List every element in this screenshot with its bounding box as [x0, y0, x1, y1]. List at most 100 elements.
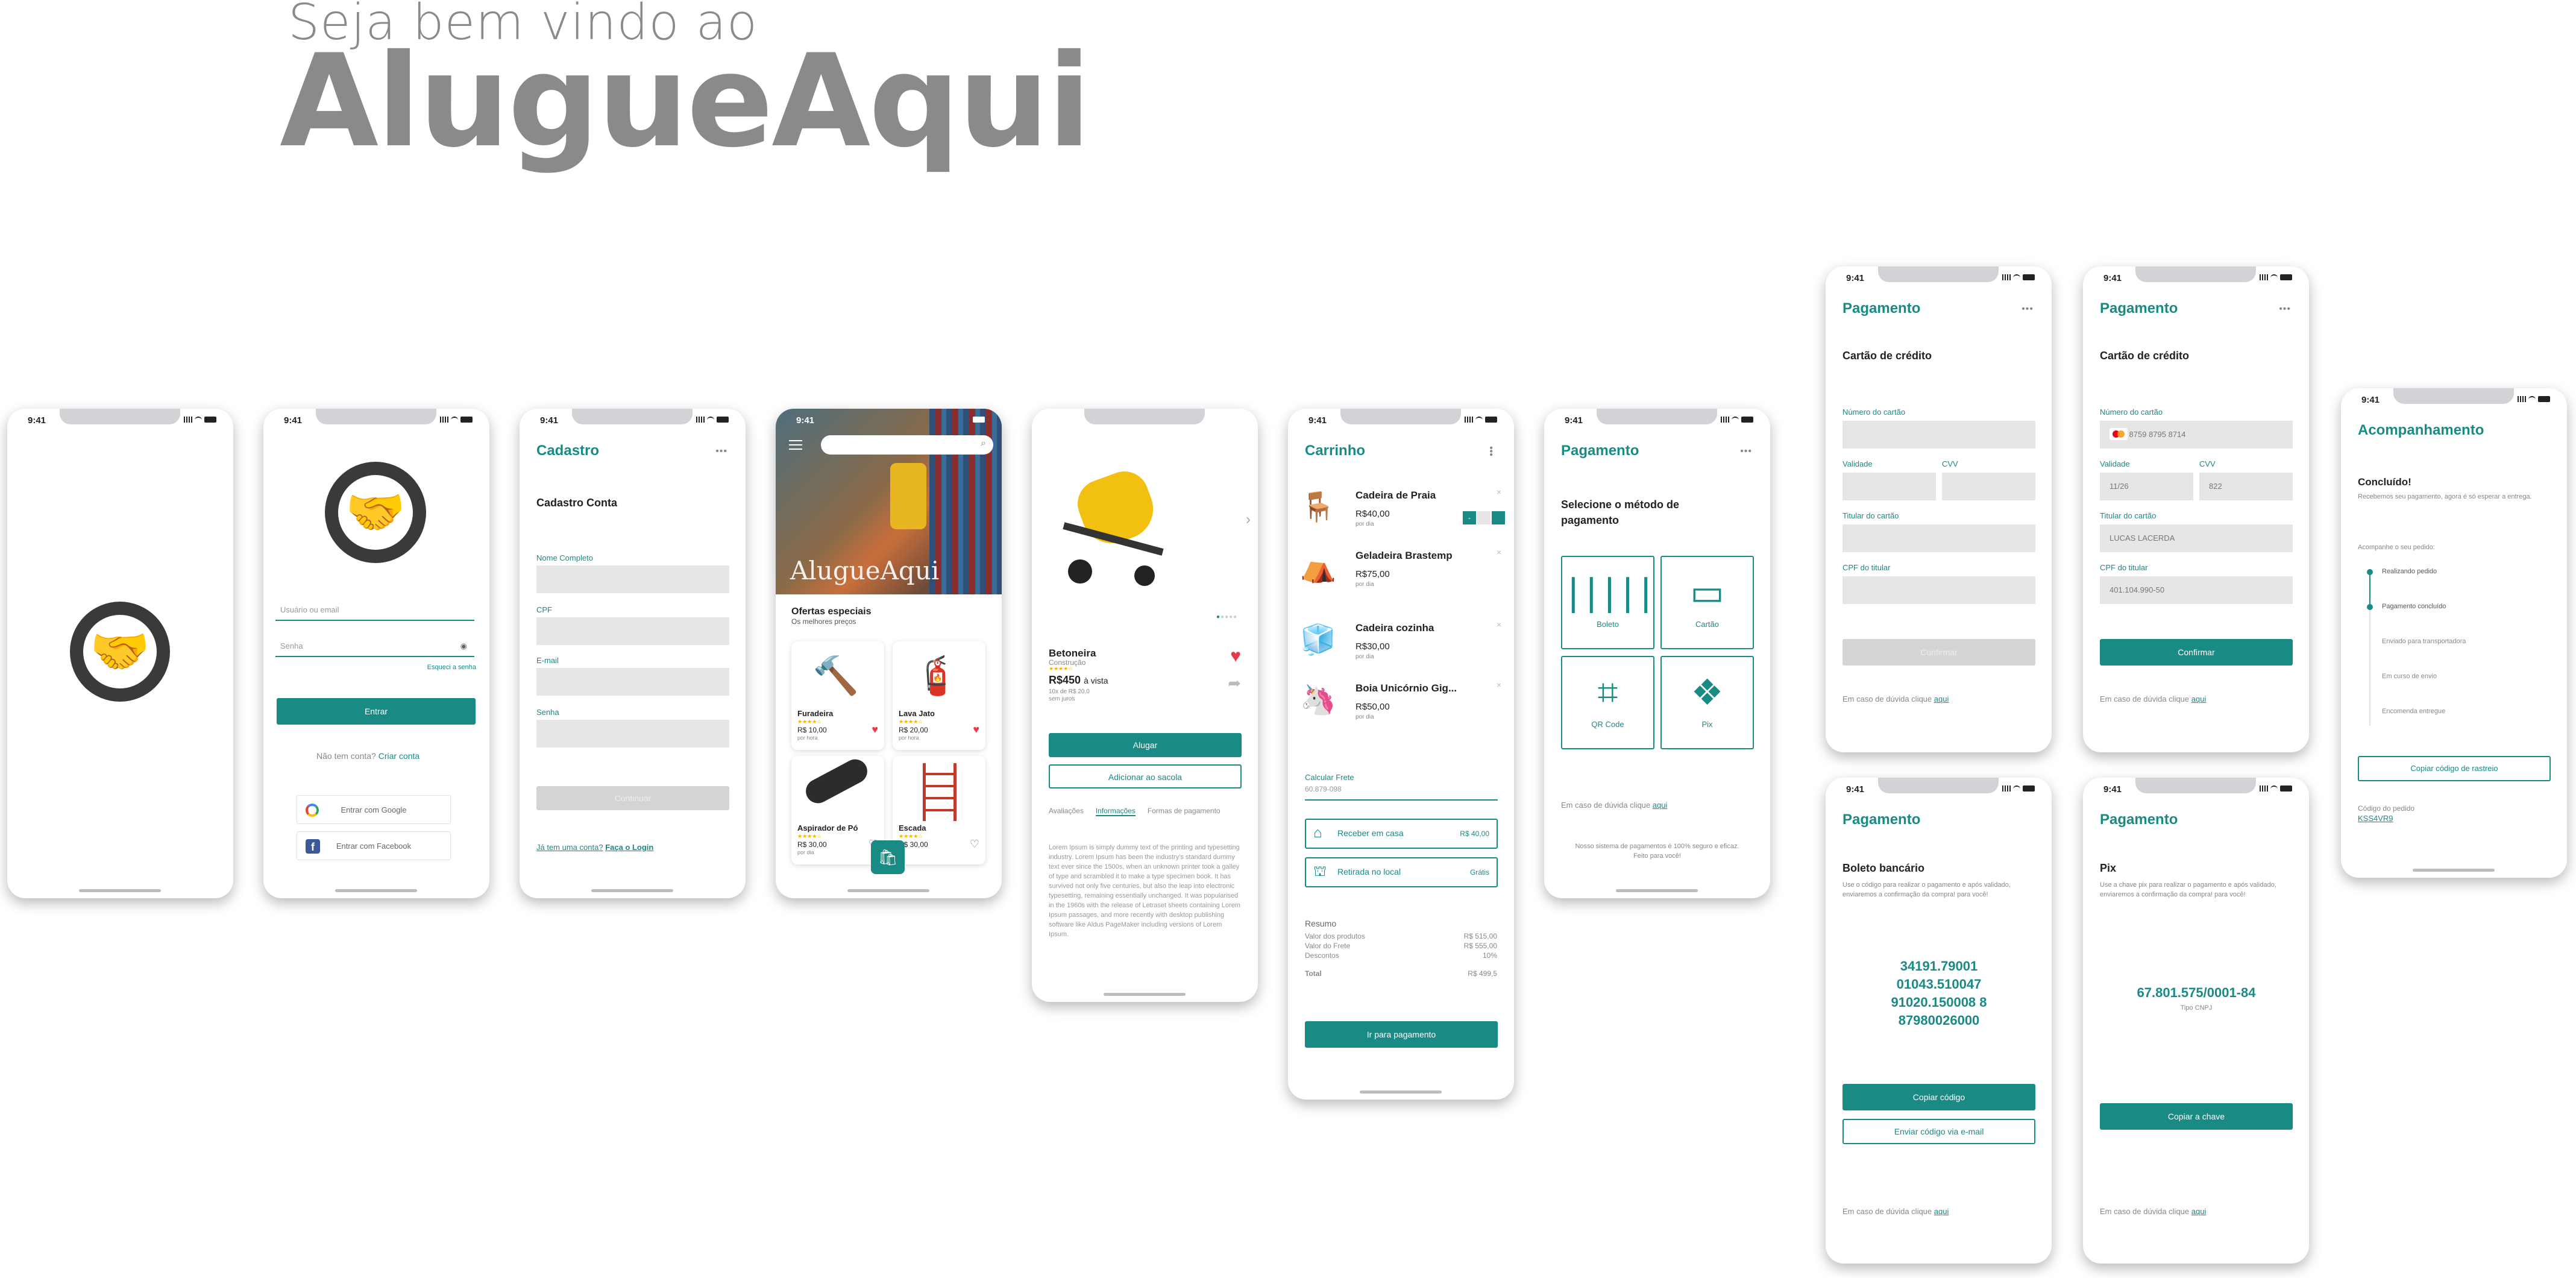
validity-field[interactable]: 11/26: [2100, 473, 2193, 500]
help-link[interactable]: aqui: [2191, 694, 2207, 704]
forgot-password-link[interactable]: Esqueci a senha: [427, 664, 476, 671]
item-period: por dia: [1356, 714, 1374, 720]
copy-key-button[interactable]: Copiar a chave: [2100, 1103, 2293, 1130]
holder-field[interactable]: LUCAS LACERDA: [2100, 524, 2293, 552]
search-input[interactable]: ⌕: [821, 435, 993, 455]
cvv-field[interactable]: [1942, 473, 2035, 500]
help-text: Em caso de dúvida clique aqui: [1842, 694, 1949, 704]
qrcode-option[interactable]: ⌗ QR Code: [1561, 656, 1654, 749]
pix-option[interactable]: ❖ Pix: [1660, 656, 1754, 749]
status-bar: 9:41: [1544, 415, 1770, 427]
minus-button[interactable]: -: [1463, 511, 1476, 524]
password-input[interactable]: Senha ◉: [275, 638, 474, 657]
status-time: 9:41: [796, 415, 815, 426]
favorite-heart-icon[interactable]: ♥: [1230, 646, 1241, 667]
total-value: R$ 499,5: [1468, 969, 1497, 978]
more-icon[interactable]: •••: [1485, 446, 1496, 456]
payment-method-screen: 9:41 Pagamento ••• Selecione o método de…: [1544, 409, 1770, 898]
more-icon[interactable]: •••: [2279, 304, 2291, 315]
facebook-login-button[interactable]: f Entrar com Facebook: [297, 831, 451, 860]
help-link[interactable]: aqui: [1934, 694, 1949, 704]
pickup-option[interactable]: ⛫ Retirada no local Grátis: [1305, 857, 1498, 887]
favorite-heart-icon[interactable]: ♥: [973, 723, 979, 736]
help-link[interactable]: aqui: [1653, 801, 1668, 810]
more-icon[interactable]: •••: [2022, 304, 2034, 315]
more-icon[interactable]: •••: [715, 446, 727, 457]
ship-home-option[interactable]: ⌂ Receber em casa R$ 40,00: [1305, 819, 1498, 849]
email-code-button[interactable]: Enviar código via e-mail: [1842, 1119, 2035, 1144]
checkout-button[interactable]: Ir para pagamento: [1305, 1021, 1498, 1048]
product-period: por hora: [797, 735, 818, 741]
remove-icon[interactable]: ×: [1497, 620, 1501, 629]
page-title: Pagamento: [1842, 811, 1921, 828]
bag-fab-button[interactable]: 🛍: [871, 840, 905, 874]
battery-icon: [460, 417, 473, 423]
favorite-heart-icon[interactable]: ♡: [970, 838, 979, 851]
tab-reviews[interactable]: Avaliações: [1049, 807, 1084, 815]
password-field[interactable]: [536, 720, 729, 748]
login-button[interactable]: Entrar: [277, 698, 476, 725]
timeline-step: Encomenda entregue: [2382, 708, 2446, 715]
product-card[interactable]: Aspirador de Pó★★★★☆ R$ 30,00por dia ♡: [791, 755, 884, 864]
cart-item[interactable]: ⛺ Geladeira Brastemp R$75,00 por dia ×: [1300, 547, 1505, 590]
email-field[interactable]: [536, 668, 729, 696]
has-account-text: Já tem uma conta?: [536, 843, 603, 852]
confirm-button[interactable]: Confirmar: [1842, 639, 2035, 666]
cpf-label: CPF do titular: [2100, 563, 2148, 572]
more-icon[interactable]: •••: [1740, 446, 1752, 457]
carousel-dots[interactable]: ●●●●●: [1216, 614, 1237, 620]
item-period: por dia: [1356, 581, 1374, 588]
plus-button[interactable]: [1492, 511, 1505, 524]
cvv-field[interactable]: 822: [2199, 473, 2293, 500]
share-icon[interactable]: ➦: [1228, 674, 1241, 693]
product-card[interactable]: 🔨 Furadeira ★★★★☆ R$ 10,00 por hora ♥: [791, 641, 884, 750]
quantity-stepper[interactable]: -: [1463, 511, 1505, 524]
validity-field[interactable]: [1842, 473, 1936, 500]
page-title: Pagamento: [1561, 442, 1639, 459]
cpf-field[interactable]: [536, 617, 729, 645]
freight-input[interactable]: 60.879-098: [1305, 785, 1498, 801]
cart-item[interactable]: 🧊 Cadeira cozinha R$30,00 por dia ×: [1300, 620, 1505, 662]
add-to-bag-button[interactable]: Adicionar ao sacola: [1049, 764, 1242, 789]
card-number-field[interactable]: [1842, 421, 2035, 449]
cart-item[interactable]: 🪑 Cadeira de Praia R$40,00 por dia × -: [1300, 487, 1505, 529]
remove-icon[interactable]: ×: [1497, 487, 1501, 497]
help-link[interactable]: aqui: [1934, 1207, 1949, 1216]
google-login-button[interactable]: Entrar com Google: [297, 795, 451, 824]
user-input[interactable]: Usuário ou email: [275, 602, 474, 621]
create-account-link[interactable]: Criar conta: [379, 751, 419, 761]
holder-field[interactable]: [1842, 524, 2035, 552]
quantity-value: [1477, 511, 1491, 524]
battery-icon: [1741, 417, 1753, 423]
product-card[interactable]: 🧯 Lava Jato ★★★★☆ R$ 20,00 por hora ♥: [893, 641, 985, 750]
card-number-field[interactable]: 5596 8759 8795 8714: [2100, 421, 2293, 449]
rent-button[interactable]: Alugar: [1049, 733, 1242, 757]
facebook-label: Entrar com Facebook: [336, 842, 412, 851]
bag-icon: 🛍: [878, 848, 898, 866]
order-code[interactable]: KSS4VR9: [2358, 814, 2393, 823]
copy-tracking-button[interactable]: Copiar código de rastreio: [2358, 756, 2551, 781]
continue-button[interactable]: Continuar: [536, 786, 729, 810]
cart-item[interactable]: 🦄 Boia Unicórnio Gig... R$50,00 por dia ×: [1300, 680, 1505, 722]
copy-code-button[interactable]: Copiar código: [1842, 1084, 2035, 1110]
login-link[interactable]: Faça o Login: [605, 843, 653, 852]
card-option[interactable]: ▭ Cartão: [1660, 556, 1754, 649]
product-name: Betoneira: [1049, 647, 1096, 659]
remove-icon[interactable]: ×: [1497, 547, 1501, 557]
cpf-field[interactable]: 401.104.990-50: [2100, 576, 2293, 604]
boleto-option[interactable]: ||||| Boleto: [1561, 556, 1657, 649]
remove-icon[interactable]: ×: [1497, 680, 1501, 690]
confirm-button[interactable]: Confirmar: [2100, 639, 2293, 666]
help-link[interactable]: aqui: [2191, 1207, 2207, 1216]
next-image-icon[interactable]: ›: [1246, 511, 1251, 528]
name-field[interactable]: [536, 565, 729, 593]
cpf-field[interactable]: [1842, 576, 2035, 604]
house-icon: ⌂: [1313, 825, 1322, 841]
tab-info[interactable]: Informações: [1095, 807, 1136, 816]
tent-image: ⛺: [1300, 552, 1336, 584]
favorite-heart-icon[interactable]: ♥: [872, 723, 878, 736]
eye-icon[interactable]: ◉: [460, 641, 467, 651]
product-card[interactable]: Escada ★★★★☆ R$ 30,00 ♡: [893, 756, 985, 864]
tab-payment[interactable]: Formas de pagamento: [1148, 807, 1220, 815]
menu-icon[interactable]: [789, 440, 802, 450]
